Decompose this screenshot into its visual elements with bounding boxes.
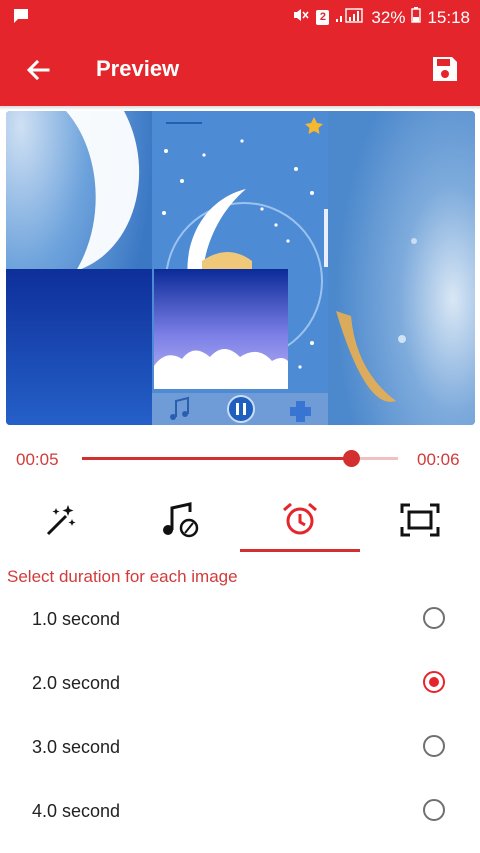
- radio-button[interactable]: [423, 735, 445, 757]
- current-time: 00:05: [16, 450, 59, 469]
- tab-aspect-ratio[interactable]: [360, 495, 480, 549]
- duration-option-4s[interactable]: 4.0 second: [0, 781, 480, 845]
- duration-option-1s[interactable]: 1.0 second: [0, 589, 480, 653]
- alarm-clock-icon: [281, 501, 319, 544]
- total-time: 00:06: [417, 450, 460, 469]
- radio-button[interactable]: [423, 799, 445, 821]
- signal-icon: [335, 7, 365, 28]
- toolbar-shadow: [0, 106, 480, 110]
- radio-button[interactable]: [423, 671, 445, 693]
- fullscreen-icon: [400, 503, 440, 542]
- save-icon[interactable]: [430, 54, 460, 84]
- page-title: Preview: [96, 56, 180, 81]
- tab-duration[interactable]: [240, 495, 360, 552]
- duration-option-2s[interactable]: 2.0 second: [0, 653, 480, 717]
- status-icons: 2 32% 15:18: [292, 7, 470, 28]
- message-icon: [12, 8, 30, 29]
- arrow-left-icon[interactable]: [22, 54, 54, 86]
- tab-effects[interactable]: [0, 495, 120, 549]
- option-label: 4.0 second: [32, 801, 121, 821]
- app-toolbar: Preview: [0, 34, 480, 106]
- music-note-icon: [160, 501, 200, 543]
- editor-tabs: [0, 495, 480, 555]
- option-label: 2.0 second: [32, 673, 121, 693]
- sim-slot-badge: 2: [316, 10, 330, 25]
- clock: 15:18: [427, 7, 470, 27]
- tab-music[interactable]: [120, 495, 240, 549]
- option-label: 3.0 second: [32, 737, 121, 757]
- duration-option-3s[interactable]: 3.0 second: [0, 717, 480, 781]
- magic-wand-icon: [42, 502, 78, 543]
- duration-section-label: Select duration for each image: [7, 567, 238, 586]
- option-label: 1.0 second: [32, 609, 121, 629]
- seek-progress: [82, 457, 351, 460]
- mute-icon: [292, 7, 310, 28]
- radio-button[interactable]: [423, 607, 445, 629]
- seek-thumb[interactable]: [342, 450, 360, 467]
- battery-icon: [411, 7, 422, 28]
- battery-percent: 32%: [371, 7, 406, 27]
- video-preview[interactable]: [6, 111, 475, 425]
- status-bar: 2 32% 15:18: [0, 0, 480, 34]
- seek-bar[interactable]: [82, 450, 398, 467]
